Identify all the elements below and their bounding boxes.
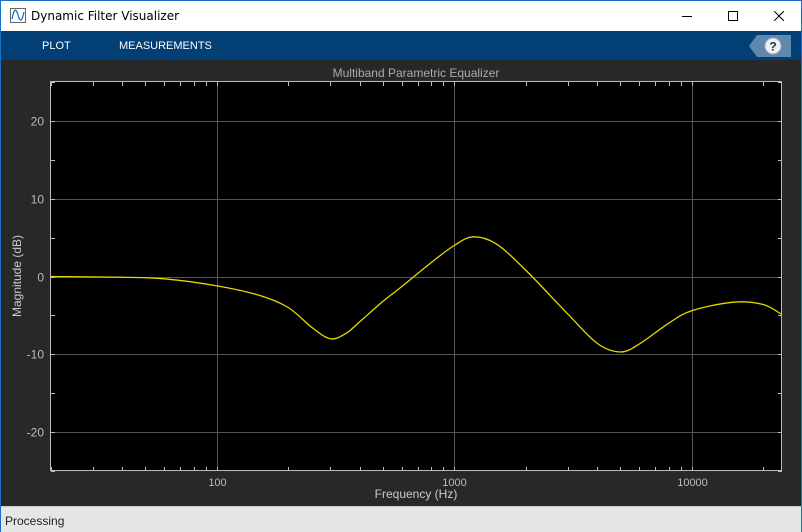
toolstrip: PLOT MEASUREMENTS bbox=[1, 31, 801, 60]
y-tick-label: -20 bbox=[27, 426, 45, 440]
minimize-button[interactable] bbox=[664, 1, 710, 31]
maximize-icon bbox=[728, 11, 738, 21]
svg-text:?: ? bbox=[769, 40, 776, 54]
tab-plot[interactable]: PLOT bbox=[42, 40, 71, 52]
close-icon bbox=[774, 11, 784, 21]
tab-measurements[interactable]: MEASUREMENTS bbox=[119, 40, 212, 52]
status-text: Processing bbox=[5, 514, 65, 528]
axes-box bbox=[50, 81, 782, 471]
chart-title: Multiband Parametric Equalizer bbox=[333, 66, 500, 80]
help-button[interactable]: ? bbox=[749, 35, 791, 57]
status-bar: Processing bbox=[1, 506, 801, 532]
minimize-icon bbox=[682, 16, 692, 17]
maximize-button[interactable] bbox=[710, 1, 756, 31]
y-axis-label: Magnitude (dB) bbox=[10, 235, 24, 317]
app-icon bbox=[10, 8, 26, 23]
x-tick-label: 100 bbox=[208, 477, 226, 489]
window-title: Dynamic Filter Visualizer bbox=[31, 9, 180, 23]
app-window: Dynamic Filter Visualizer PLOT MEASUREME… bbox=[0, 0, 802, 532]
x-tick-label: 10000 bbox=[677, 477, 708, 489]
y-tick-label: 0 bbox=[37, 271, 44, 285]
plot-area[interactable]: Multiband Parametric Equalizer -20 -10 0 10… bbox=[1, 60, 801, 506]
y-tick-label: -10 bbox=[27, 348, 45, 362]
y-tick-label: 10 bbox=[31, 193, 45, 207]
x-axis-label: Frequency (Hz) bbox=[375, 487, 458, 501]
close-button[interactable] bbox=[756, 1, 802, 31]
y-tick-label: 20 bbox=[31, 115, 45, 129]
title-bar: Dynamic Filter Visualizer bbox=[1, 1, 801, 31]
